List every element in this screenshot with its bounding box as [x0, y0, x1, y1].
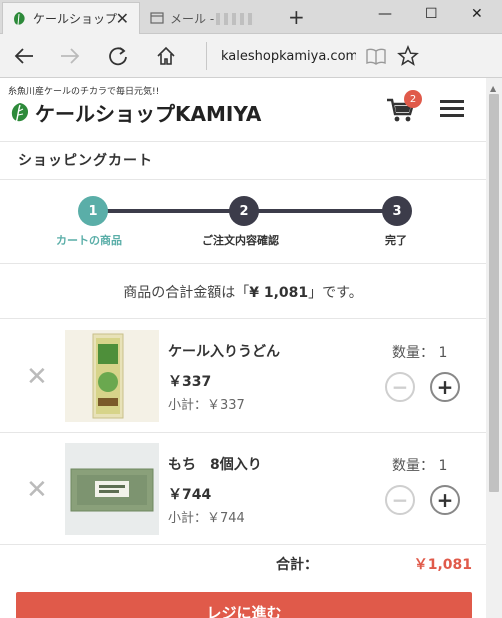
tab-title: ケールショップK. — [33, 12, 117, 26]
home-icon[interactable] — [152, 42, 180, 70]
checkout-button[interactable]: レジに進む — [16, 592, 472, 618]
divider — [0, 141, 486, 142]
maximize-button[interactable]: ☐ — [425, 6, 438, 22]
shop-name: ケールショップKAMIYA — [35, 102, 262, 126]
close-tab-icon[interactable]: ✕ — [116, 9, 129, 28]
cart-count-badge: 2 — [404, 90, 422, 108]
page-scrollbar[interactable]: ▲ — [486, 78, 502, 618]
step-1-circle: 1 — [78, 196, 108, 226]
grand-total-label: 合計： — [276, 557, 318, 573]
divider — [0, 432, 486, 433]
cart-total-amount: ¥ 1,081 — [249, 285, 309, 301]
udon-product-image — [65, 330, 159, 422]
divider — [0, 263, 486, 264]
cart-button[interactable]: 2 — [386, 90, 422, 124]
reading-view-icon[interactable] — [362, 42, 390, 70]
divider — [0, 179, 486, 180]
browser-tab-bar: ケールショップK. ✕ メール - + — ☐ ✕ — [0, 0, 502, 34]
favorite-star-icon[interactable] — [394, 42, 422, 70]
url-field[interactable]: kaleshopkamiya.com/c — [206, 42, 356, 70]
blurred-text — [216, 13, 254, 25]
decrease-quantity-button[interactable]: − — [385, 485, 415, 515]
decrease-quantity-button[interactable]: − — [385, 372, 415, 402]
item-name[interactable]: ケール入りうどん — [168, 341, 280, 361]
scrollbar-thumb[interactable] — [489, 94, 499, 492]
item-subtotal: 小計：￥337 — [168, 398, 245, 413]
item-subtotal: 小計：￥744 — [168, 511, 245, 526]
new-tab-button[interactable]: + — [288, 5, 305, 29]
increase-quantity-button[interactable]: + — [430, 372, 460, 402]
step-3-label: 完了 — [385, 234, 407, 247]
item-name[interactable]: もち 8個入り — [168, 454, 262, 474]
step-2-circle: 2 — [229, 196, 259, 226]
scroll-up-arrow-icon[interactable]: ▲ — [490, 84, 496, 93]
kale-leaf-icon — [14, 11, 25, 25]
quantity-display: 数量： 1 — [392, 458, 448, 474]
cart-total-message: 商品の合計金額は「¥ 1,081」です。 — [123, 285, 363, 301]
grand-total-value: ￥1,081 — [413, 557, 472, 573]
shop-logo[interactable]: ケールショップKAMIYA — [8, 98, 261, 127]
page-icon — [150, 12, 164, 24]
remove-item-icon[interactable]: ✕ — [26, 475, 48, 505]
increase-quantity-button[interactable]: + — [430, 485, 460, 515]
refresh-icon[interactable] — [104, 42, 132, 70]
shop-tagline: 糸魚川産ケールのチカラで毎日元気!! — [8, 87, 160, 97]
quantity-display: 数量： 1 — [392, 345, 448, 361]
step-2-label: ご注文内容確認 — [202, 234, 279, 247]
browser-toolbar: kaleshopkamiya.com/c — [0, 34, 502, 78]
kale-leaf-icon — [11, 102, 29, 123]
tab-mail[interactable]: メール - — [142, 2, 282, 34]
mochi-product-image — [65, 443, 159, 535]
item-price: ￥744 — [168, 487, 212, 503]
close-window-button[interactable]: ✕ — [471, 6, 483, 22]
item-price: ￥337 — [168, 374, 212, 390]
remove-item-icon[interactable]: ✕ — [26, 362, 48, 392]
step-connector — [104, 209, 240, 213]
step-1-label: カートの商品 — [56, 234, 122, 247]
minimize-button[interactable]: — — [378, 6, 392, 22]
tab-kaleshop[interactable]: ケールショップK. ✕ — [2, 2, 140, 34]
step-3-circle: 3 — [382, 196, 412, 226]
divider — [0, 318, 486, 319]
back-arrow-icon[interactable] — [10, 42, 38, 70]
page-content: 糸魚川産ケールのチカラで毎日元気!! ケールショップKAMIYA 2 ショッピン… — [0, 78, 486, 618]
forward-arrow-icon[interactable] — [56, 42, 84, 70]
tab-title: メール - — [170, 10, 254, 27]
step-connector — [258, 209, 390, 213]
page-title: ショッピングカート — [18, 153, 153, 169]
hamburger-menu-icon[interactable] — [440, 100, 464, 118]
divider — [0, 544, 486, 545]
